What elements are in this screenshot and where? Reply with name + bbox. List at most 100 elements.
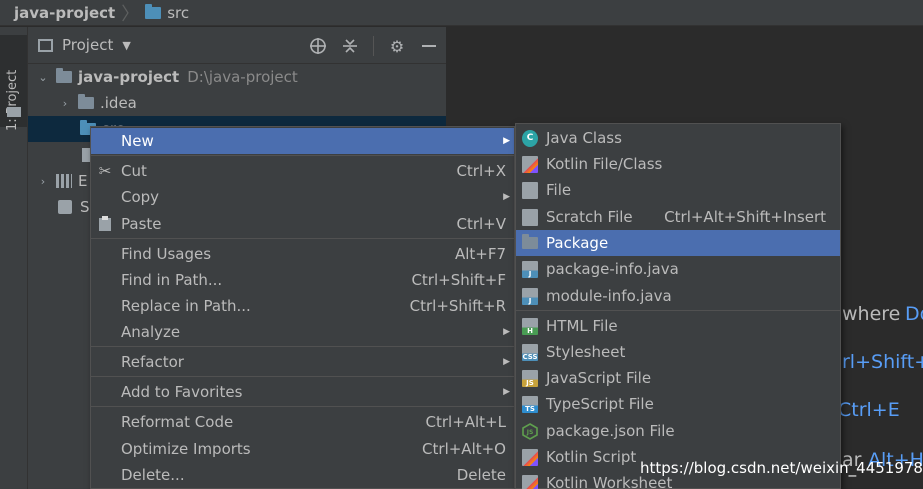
menu-item-paste[interactable]: Paste Ctrl+V [91, 211, 514, 237]
submenu-item-label: Package [546, 234, 609, 252]
locate-icon[interactable] [309, 37, 327, 55]
submenu-item-package[interactable]: Package [516, 230, 840, 256]
folder-icon [78, 94, 94, 109]
submenu-item-package-json[interactable]: JS package.json File [516, 418, 840, 444]
root-project-name: java-project [78, 68, 180, 86]
submenu-item-kotlin-file[interactable]: Kotlin File/Class [516, 151, 840, 177]
toolbar-divider [373, 36, 374, 56]
collapse-all-icon[interactable] [341, 37, 359, 55]
submenu-item-label: Kotlin Script [546, 448, 637, 466]
submenu-item-label: package-info.java [546, 260, 679, 278]
module-folder-icon [56, 68, 72, 83]
submenu-arrow-icon: ▶ [503, 192, 510, 202]
chevron-down-icon[interactable]: ▼ [122, 39, 130, 52]
submenu-item-typescript-file[interactable]: TS TypeScript File [516, 391, 840, 417]
root-project-path: D:\java-project [187, 68, 298, 86]
menu-item-label: Reformat Code [121, 413, 234, 431]
chevron-right-icon[interactable]: › [58, 97, 72, 110]
menu-item-copy[interactable]: Copy ▶ [91, 184, 514, 210]
editor-hint-key: Ctrl+E [838, 399, 900, 421]
menu-item-label: Add to Favorites [121, 383, 243, 401]
submenu-item-label: module-info.java [546, 287, 672, 305]
menu-item-replace-in-path[interactable]: Replace in Path... Ctrl+Shift+R [91, 293, 514, 319]
menu-item-find-usages[interactable]: Find Usages Alt+F7 [91, 241, 514, 267]
submenu-item-file[interactable]: File [516, 177, 840, 203]
kotlin-icon [522, 448, 538, 466]
menu-item-delete[interactable]: Delete... Delete [91, 462, 514, 488]
menu-item-shortcut: Delete [456, 466, 506, 484]
submenu-item-shortcut: Ctrl+Alt+Shift+Insert [664, 208, 826, 226]
java-class-icon: C [522, 129, 538, 147]
menu-item-refactor[interactable]: Refactor ▶ [91, 349, 514, 375]
project-view-icon [38, 38, 53, 52]
context-menu: New ▶ ✂ Cut Ctrl+X Copy ▶ Paste Ctrl+V F… [90, 126, 515, 489]
tree-row-root[interactable]: ⌄ java-project D:\java-project [28, 64, 446, 90]
css-file-icon: CSS [522, 343, 538, 361]
submenu-item-html-file[interactable]: H HTML File [516, 313, 840, 339]
folder-icon [7, 107, 21, 117]
minimize-icon[interactable] [420, 37, 438, 55]
scratches-icon [58, 200, 72, 214]
submenu-item-stylesheet[interactable]: CSS Stylesheet [516, 339, 840, 365]
menu-item-label: Cut [121, 162, 147, 180]
folder-icon [145, 3, 162, 19]
breadcrumb-folder[interactable]: src [167, 4, 189, 22]
menu-item-new[interactable]: New ▶ [91, 128, 514, 154]
menu-item-label: Copy [121, 188, 160, 206]
nodejs-icon: JS [522, 422, 538, 440]
submenu-arrow-icon: ▶ [503, 387, 510, 397]
breadcrumb-separator-icon: 〉 [121, 3, 140, 25]
html-file-icon: H [522, 317, 538, 335]
menu-item-label: Find Usages [121, 245, 212, 263]
menu-item-label: Analyze [121, 323, 181, 341]
kotlin-icon [522, 155, 538, 173]
submenu-arrow-icon: ▶ [503, 136, 510, 146]
breadcrumb-project[interactable]: java-project [14, 4, 115, 22]
tree-row-idea[interactable]: › .idea [28, 90, 446, 116]
chevron-down-icon[interactable]: ⌄ [36, 71, 50, 84]
menu-item-cut[interactable]: ✂ Cut Ctrl+X [91, 158, 514, 184]
menu-item-shortcut: Alt+F7 [454, 245, 506, 263]
scissors-icon: ✂ [98, 162, 112, 180]
menu-separator [516, 310, 840, 311]
submenu-item-label: Scratch File [546, 208, 633, 226]
package-icon [522, 234, 538, 252]
menu-item-label: Find in Path... [121, 271, 223, 289]
menu-item-label: Paste [121, 215, 162, 233]
clipboard-icon [97, 216, 113, 232]
gear-icon[interactable]: ⚙ [388, 37, 406, 56]
editor-hint-key: Do [905, 303, 923, 325]
panel-title[interactable]: Project [62, 36, 113, 54]
kotlin-icon [522, 474, 538, 489]
menu-item-add-to-favorites[interactable]: Add to Favorites ▶ [91, 379, 514, 405]
chevron-right-icon[interactable]: › [36, 175, 50, 188]
navigation-breadcrumb: java-project 〉 src [0, 0, 923, 26]
ext-libraries-label: E [78, 172, 88, 190]
submenu-item-label: HTML File [546, 317, 618, 335]
menu-item-analyze[interactable]: Analyze ▶ [91, 319, 514, 345]
menu-item-reformat-code[interactable]: Reformat Code Ctrl+Alt+L [91, 409, 514, 435]
libraries-icon [56, 174, 72, 188]
submenu-item-package-info[interactable]: J package-info.java [516, 256, 840, 282]
menu-item-find-in-path[interactable]: Find in Path... Ctrl+Shift+F [91, 267, 514, 293]
submenu-item-module-info[interactable]: J module-info.java [516, 283, 840, 309]
submenu-item-label: Kotlin File/Class [546, 155, 663, 173]
submenu-item-javascript-file[interactable]: JS JavaScript File [516, 365, 840, 391]
menu-item-shortcut: Ctrl+X [456, 162, 506, 180]
scratch-file-icon [522, 208, 538, 226]
menu-separator [91, 346, 514, 347]
menu-item-label: Delete... [121, 466, 185, 484]
menu-item-shortcut: Ctrl+Shift+F [411, 271, 506, 289]
menu-item-shortcut: Ctrl+Alt+L [425, 413, 507, 431]
editor-hint-where: where [842, 303, 901, 325]
submenu-item-scratch-file[interactable]: Scratch File Ctrl+Alt+Shift+Insert [516, 204, 840, 230]
editor-hint-key: rl+Shift+ [842, 351, 923, 373]
menu-item-label: New [121, 132, 154, 150]
submenu-arrow-icon: ▶ [503, 327, 510, 337]
java-file-icon: J [522, 287, 538, 305]
menu-item-shortcut: Ctrl+Alt+O [422, 440, 506, 458]
submenu-item-java-class[interactable]: C Java Class [516, 125, 840, 151]
menu-item-optimize-imports[interactable]: Optimize Imports Ctrl+Alt+O [91, 436, 514, 462]
submenu-item-label: package.json File [546, 422, 675, 440]
java-file-icon: J [522, 260, 538, 278]
